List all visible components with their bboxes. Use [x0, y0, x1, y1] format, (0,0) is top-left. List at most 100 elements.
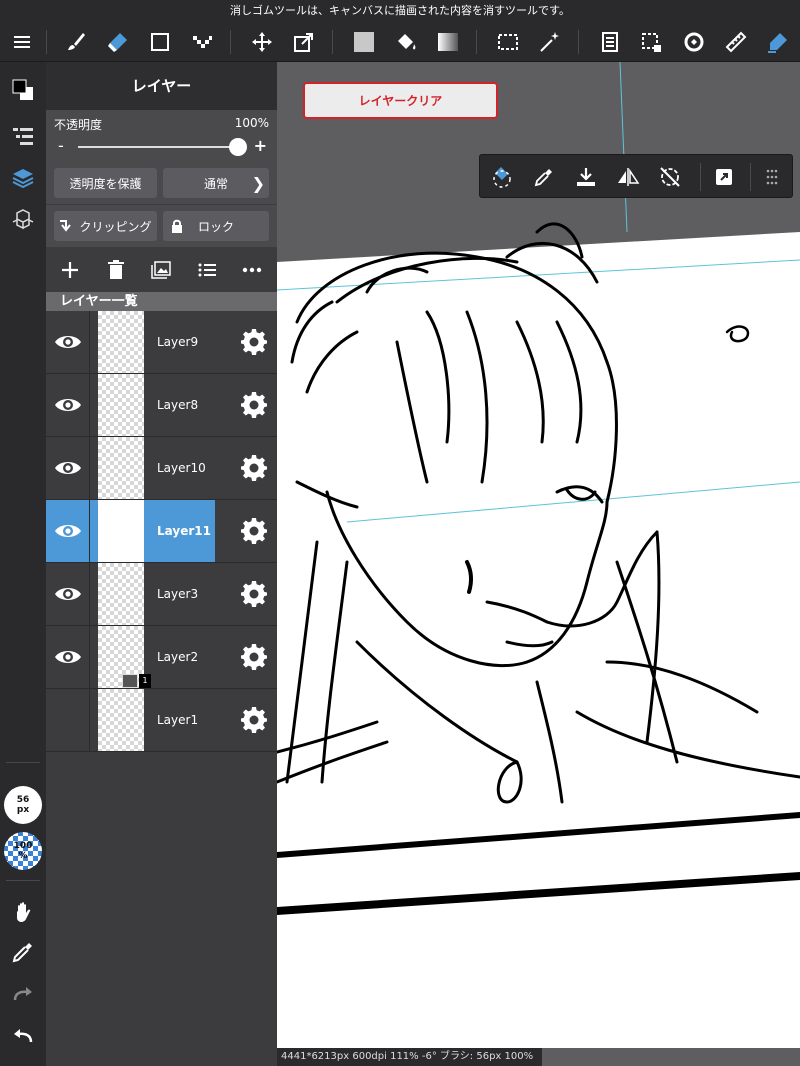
- layer-name: Layer9: [157, 335, 199, 349]
- protect-alpha-button[interactable]: 透明度を保護: [54, 168, 157, 198]
- pen-material-icon[interactable]: [762, 26, 794, 58]
- eye-icon[interactable]: [46, 689, 90, 751]
- opacity-minus-button[interactable]: -: [58, 136, 64, 155]
- dot-pen-icon[interactable]: [186, 26, 218, 58]
- grip-icon[interactable]: [758, 163, 786, 191]
- layer-list: Layer9 Layer8 Layer10 Layer11 Layer3 Layer2 1 L…: [46, 311, 277, 752]
- eye-icon[interactable]: [46, 563, 90, 625]
- redo-icon[interactable]: [7, 978, 39, 1010]
- layer-row[interactable]: Layer11: [46, 500, 277, 563]
- layer-name: Layer2: [157, 650, 199, 664]
- eye-icon[interactable]: [46, 374, 90, 436]
- rotate-canvas-icon[interactable]: [678, 26, 710, 58]
- blend-mode-button[interactable]: 通常 ❯: [163, 168, 269, 198]
- clipping-icon: [60, 220, 72, 232]
- select-rect-icon[interactable]: [492, 26, 524, 58]
- layer-thumbnail: [98, 500, 144, 562]
- layer-list-icon[interactable]: [7, 120, 39, 152]
- panel-title: レイヤー: [46, 62, 277, 110]
- hand-icon[interactable]: [7, 896, 39, 928]
- eye-icon[interactable]: [46, 626, 90, 688]
- gear-icon[interactable]: [241, 392, 267, 418]
- eye-icon[interactable]: [46, 437, 90, 499]
- ruler-icon[interactable]: [720, 26, 752, 58]
- canvas-area[interactable]: レイヤークリア: [277, 62, 800, 1048]
- external-link-icon[interactable]: [710, 163, 738, 191]
- layer-row[interactable]: Layer9: [46, 311, 277, 374]
- eye-icon[interactable]: [46, 500, 90, 562]
- opacity-slider-track[interactable]: [78, 146, 238, 148]
- brush-size-value: 56 px: [16, 795, 30, 815]
- layer-thumbnail: [98, 437, 144, 499]
- opacity-label: 不透明度: [54, 118, 103, 132]
- gear-icon[interactable]: [241, 455, 267, 481]
- download-icon[interactable]: [572, 163, 600, 191]
- floating-toolbar: [479, 154, 793, 198]
- flip-icon[interactable]: [614, 163, 642, 191]
- gear-icon[interactable]: [241, 329, 267, 355]
- left-rail: 56 px 100 %: [0, 62, 46, 1066]
- layer-menu-icon[interactable]: [195, 258, 219, 282]
- eyedropper-tool-icon[interactable]: [530, 163, 558, 191]
- transform-icon[interactable]: [288, 26, 320, 58]
- layer-name: Layer1: [157, 713, 199, 727]
- opacity-value: 100%: [234, 116, 269, 130]
- layer-name: Layer8: [157, 398, 199, 412]
- gear-icon[interactable]: [241, 644, 267, 670]
- layer-thumbnail: [98, 311, 144, 373]
- opacity-plus-button[interactable]: +: [254, 136, 267, 155]
- protect-alpha-label: 透明度を保護: [69, 176, 142, 191]
- bucket-icon[interactable]: [390, 26, 422, 58]
- selection-layer-icon[interactable]: [636, 26, 668, 58]
- layer-name: Layer10: [157, 461, 206, 475]
- layer-row[interactable]: Layer2 1: [46, 626, 277, 689]
- layer-thumbnail: [98, 689, 144, 751]
- brush-size-indicator[interactable]: 56 px: [4, 786, 42, 824]
- color-swatch-icon[interactable]: [7, 74, 39, 106]
- layer-row[interactable]: Layer1: [46, 689, 277, 752]
- more-icon[interactable]: [240, 258, 264, 282]
- opacity-slider-knob[interactable]: [229, 138, 247, 156]
- gear-icon[interactable]: [241, 581, 267, 607]
- gear-icon[interactable]: [241, 707, 267, 733]
- layer-name: Layer3: [157, 587, 199, 601]
- trash-icon[interactable]: [104, 258, 128, 282]
- layer-action-row: [46, 248, 277, 292]
- layer-row[interactable]: Layer8: [46, 374, 277, 437]
- layer-clear-button[interactable]: レイヤークリア: [303, 82, 498, 119]
- layers-icon[interactable]: [7, 162, 39, 194]
- eraser-icon[interactable]: [102, 26, 134, 58]
- fill-color-icon[interactable]: [348, 26, 380, 58]
- lock-icon: [172, 219, 182, 233]
- magic-wand-icon[interactable]: [534, 26, 566, 58]
- layer-row[interactable]: Layer3: [46, 563, 277, 626]
- move-icon[interactable]: [246, 26, 278, 58]
- canvas-drawing: [277, 62, 800, 1048]
- lock-button[interactable]: ロック: [163, 211, 269, 241]
- eraser-select-icon[interactable]: [488, 163, 516, 191]
- eyedropper-icon[interactable]: [7, 936, 39, 968]
- gear-icon[interactable]: [241, 518, 267, 544]
- clipping-label: クリッピング: [79, 219, 152, 234]
- chevron-right-icon: ❯: [251, 173, 265, 193]
- tool-tooltip: 消しゴムツールは、キャンバスに描画された内容を消すツールです。: [0, 0, 800, 22]
- eye-icon[interactable]: [46, 311, 90, 373]
- layer-properties-icon[interactable]: [594, 26, 626, 58]
- clipping-button[interactable]: クリッピング: [54, 211, 157, 241]
- clip-lock-row: クリッピング ロック: [46, 205, 277, 247]
- rectangle-icon[interactable]: [144, 26, 176, 58]
- lock-label: ロック: [197, 219, 234, 234]
- materials-icon[interactable]: [7, 204, 39, 236]
- menu-icon[interactable]: [6, 26, 38, 58]
- layer-panel: レイヤー 不透明度 100% - + 透明度を保護 通常 ❯ クリッピング ロッ…: [46, 62, 277, 1066]
- gradient-icon[interactable]: [432, 26, 464, 58]
- layer-list-header: レイヤー一覧: [46, 292, 277, 311]
- brush-opacity-indicator[interactable]: 100 %: [4, 832, 42, 870]
- rotate-off-icon[interactable]: [656, 163, 684, 191]
- layer-name: Layer11: [157, 524, 211, 538]
- brush-icon[interactable]: [60, 26, 92, 58]
- image-layer-icon[interactable]: [149, 258, 173, 282]
- undo-icon[interactable]: [7, 1020, 39, 1052]
- add-layer-icon[interactable]: [58, 258, 82, 282]
- layer-row[interactable]: Layer10: [46, 437, 277, 500]
